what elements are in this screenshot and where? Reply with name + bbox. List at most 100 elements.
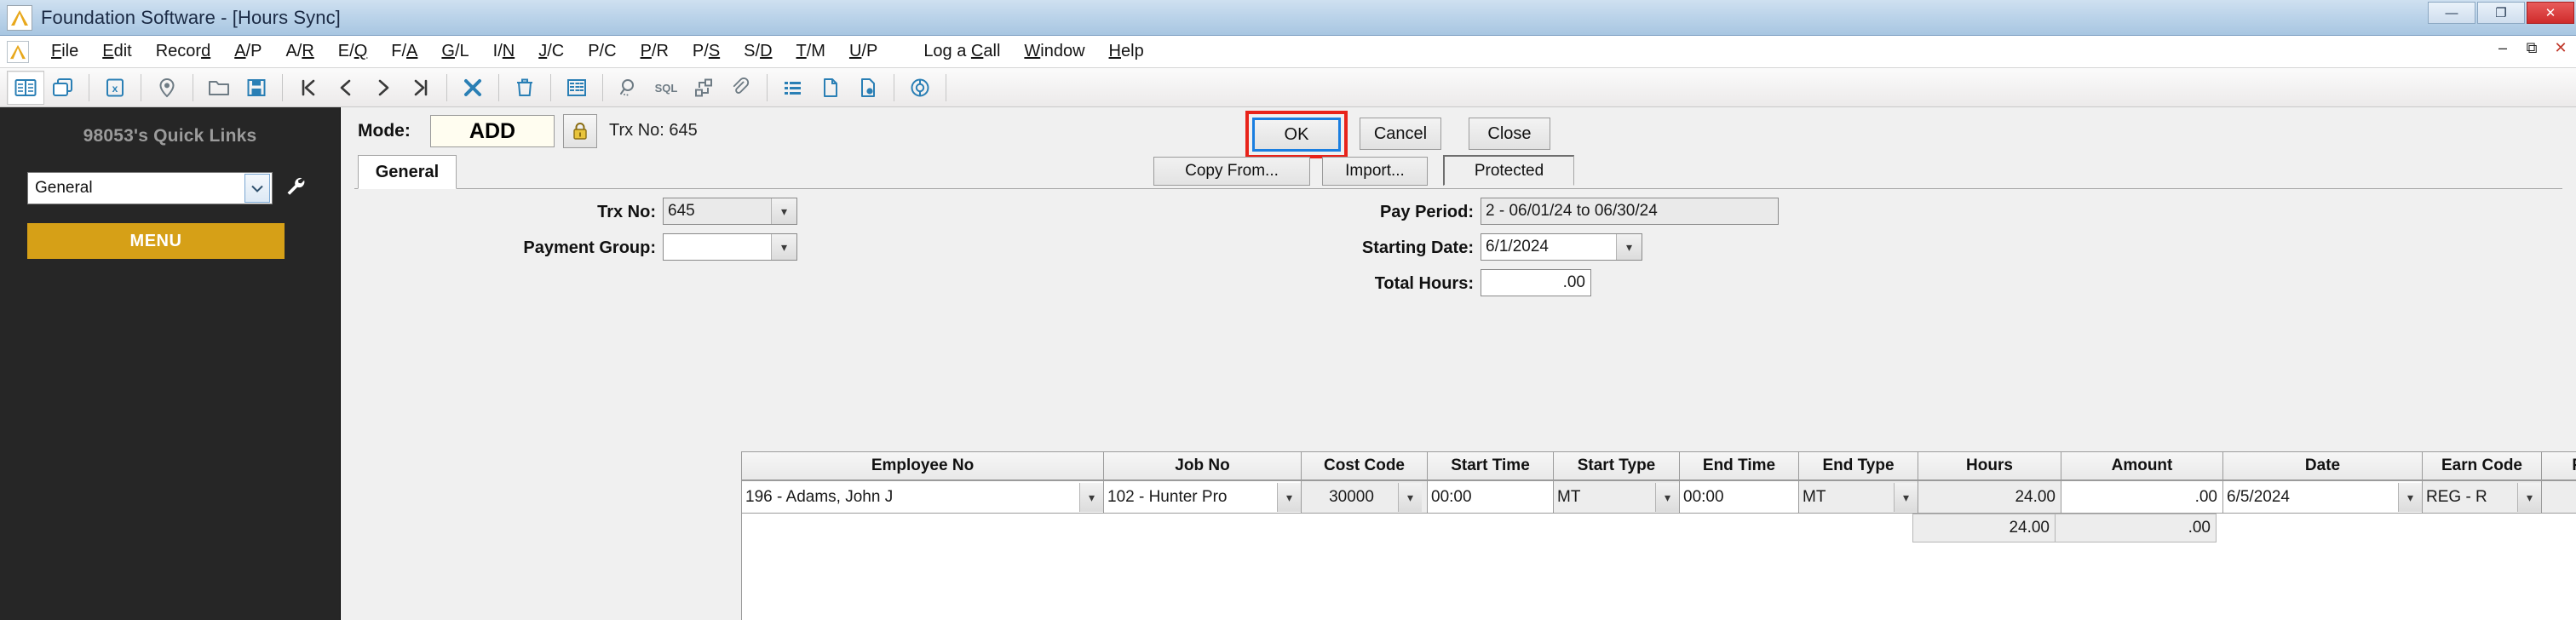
grid-column-header[interactable]: Date xyxy=(2223,452,2423,481)
menu-item-t-m[interactable]: T/M xyxy=(785,40,837,63)
chevron-down-icon[interactable]: ▾ xyxy=(1894,482,1918,512)
menu-item-help[interactable]: Help xyxy=(1097,40,1156,63)
grid-column-header[interactable]: Start Type xyxy=(1554,452,1680,481)
tab-general[interactable]: General xyxy=(358,155,457,189)
lock-icon[interactable] xyxy=(563,114,597,148)
payment-group-label: Payment Group: xyxy=(523,238,656,257)
delete-x-icon[interactable] xyxy=(454,71,492,105)
menu-item-window[interactable]: Window xyxy=(1012,40,1096,63)
attachment-icon[interactable] xyxy=(722,71,760,105)
grid-column-header[interactable]: Cost Code xyxy=(1302,452,1428,481)
chevron-down-icon[interactable]: ▾ xyxy=(1398,482,1422,512)
grid-cell-earn-code[interactable]: REG - R ▾ xyxy=(2423,481,2542,514)
search-icon[interactable] xyxy=(610,71,647,105)
mdi-minimize-icon[interactable]: – xyxy=(2494,39,2511,57)
menu-item-e-q[interactable]: E/Q xyxy=(326,40,379,63)
grid-column-header[interactable]: Employee No xyxy=(742,452,1104,481)
grid-column-header[interactable]: Job No xyxy=(1104,452,1302,481)
first-record-icon[interactable] xyxy=(290,71,327,105)
copy-windows-icon[interactable] xyxy=(44,71,82,105)
quick-links-title: 98053's Quick Links xyxy=(83,126,257,146)
location-pin-icon[interactable] xyxy=(148,71,186,105)
menu-item-f-a[interactable]: F/A xyxy=(379,40,429,63)
grid-cell-start-type[interactable]: MT ▾ xyxy=(1554,481,1680,514)
menu-item-j-c[interactable]: J/C xyxy=(526,40,576,63)
close-button[interactable]: ✕ xyxy=(2527,2,2574,24)
menu-item-s-d[interactable]: S/D xyxy=(732,40,784,63)
menu-item-p-c[interactable]: P/C xyxy=(576,40,628,63)
grid-total-blank xyxy=(2414,514,2533,542)
grid-cell-pay-rate[interactable]: .000 xyxy=(2542,481,2576,514)
menu-item-edit[interactable]: Edit xyxy=(90,40,143,63)
protected-button[interactable]: Protected xyxy=(1443,155,1574,186)
grid-column-header[interactable]: End Type xyxy=(1799,452,1918,481)
sql-icon[interactable]: SQL xyxy=(647,71,685,105)
chevron-down-icon[interactable]: ▾ xyxy=(2398,482,2422,512)
grid-cell-amount[interactable]: .00 xyxy=(2061,481,2223,514)
table-row[interactable]: 196 - Adams, John J ▾ 102 - Hunter Pro ▾ 300… xyxy=(742,481,2576,514)
payment-group-field[interactable]: ▾ xyxy=(663,233,797,261)
new-document-icon[interactable] xyxy=(812,71,849,105)
maximize-button[interactable]: ❐ xyxy=(2477,2,2525,24)
total-hours-field[interactable]: .00 xyxy=(1481,269,1591,296)
chevron-down-icon[interactable]: ▾ xyxy=(1079,482,1103,512)
grid-view-icon[interactable] xyxy=(558,71,595,105)
trx-no-field[interactable]: 645 ▾ xyxy=(663,198,797,225)
ok-button[interactable]: OK xyxy=(1252,118,1341,152)
menu-button[interactable]: MENU xyxy=(27,223,285,259)
close-record-icon[interactable]: x xyxy=(96,71,134,105)
last-record-icon[interactable] xyxy=(402,71,440,105)
menu-item-g-l[interactable]: G/L xyxy=(429,40,480,63)
wrench-icon[interactable] xyxy=(285,175,307,202)
mdi-close-icon[interactable]: ✕ xyxy=(2552,39,2569,57)
document-add-icon[interactable] xyxy=(849,71,887,105)
menu-item-record[interactable]: Record xyxy=(144,40,222,63)
menu-item-file[interactable]: File xyxy=(39,40,90,63)
grid-cell-end-type[interactable]: MT ▾ xyxy=(1799,481,1918,514)
grid-column-header[interactable]: Start Time xyxy=(1428,452,1554,481)
save-icon[interactable] xyxy=(238,71,275,105)
grid-cell-cost-code[interactable]: 30000 ▾ xyxy=(1302,481,1428,514)
grid-cell-hours[interactable]: 24.00 xyxy=(1918,481,2061,514)
grid-total-blank xyxy=(1103,514,1301,542)
chevron-down-icon[interactable]: ▾ xyxy=(771,234,796,260)
grid-column-header[interactable]: Hours xyxy=(1918,452,2061,481)
grid-column-header[interactable]: End Time xyxy=(1680,452,1799,481)
close-form-button[interactable]: Close xyxy=(1469,118,1550,150)
grid-cell-end-time[interactable]: 00:00 xyxy=(1680,481,1799,514)
chevron-down-icon[interactable]: ▾ xyxy=(1277,482,1301,512)
lifering-help-icon[interactable] xyxy=(901,71,939,105)
trash-icon[interactable] xyxy=(506,71,543,105)
next-record-icon[interactable] xyxy=(365,71,402,105)
chevron-down-icon[interactable]: ▾ xyxy=(1655,482,1679,512)
grid-column-header[interactable]: Earn Code xyxy=(2423,452,2542,481)
quick-links-category-select[interactable]: General xyxy=(27,172,273,204)
menu-item-u-p[interactable]: U/P xyxy=(837,40,889,63)
grid-cell-job-no[interactable]: 102 - Hunter Pro ▾ xyxy=(1104,481,1302,514)
previous-record-icon[interactable] xyxy=(327,71,365,105)
chevron-down-icon[interactable]: ▾ xyxy=(1616,234,1642,260)
mdi-restore-icon[interactable]: ⧉ xyxy=(2523,39,2540,57)
grid-cell-start-time[interactable]: 00:00 xyxy=(1428,481,1554,514)
grid-cell-date[interactable]: 6/5/2024 ▾ xyxy=(2223,481,2423,514)
folder-open-icon[interactable] xyxy=(200,71,238,105)
import-button[interactable]: Import... xyxy=(1322,157,1428,186)
grid-column-header[interactable]: Pay Rate xyxy=(2542,452,2576,481)
list-icon[interactable] xyxy=(774,71,812,105)
menu-item-i-n[interactable]: I/N xyxy=(481,40,527,63)
menu-item-a-p[interactable]: A/P xyxy=(222,40,273,63)
grid-column-header[interactable]: Amount xyxy=(2061,452,2223,481)
minimize-button[interactable]: — xyxy=(2428,2,2475,24)
workflow-icon[interactable] xyxy=(685,71,722,105)
menu-item-log-a-call[interactable]: Log a Call xyxy=(911,40,1012,63)
grid-cell-employee-no[interactable]: 196 - Adams, John J ▾ xyxy=(742,481,1104,514)
menu-item-a-r[interactable]: A/R xyxy=(273,40,325,63)
book-open-icon[interactable] xyxy=(7,70,44,105)
copy-from-button[interactable]: Copy From... xyxy=(1153,157,1310,186)
cancel-button[interactable]: Cancel xyxy=(1360,118,1441,150)
menu-item-p-r[interactable]: P/R xyxy=(629,40,681,63)
starting-date-field[interactable]: 6/1/2024 ▾ xyxy=(1481,233,1642,261)
menu-item-p-s[interactable]: P/S xyxy=(681,40,732,63)
chevron-down-icon[interactable]: ▾ xyxy=(771,198,796,224)
chevron-down-icon[interactable]: ▾ xyxy=(2517,482,2541,512)
